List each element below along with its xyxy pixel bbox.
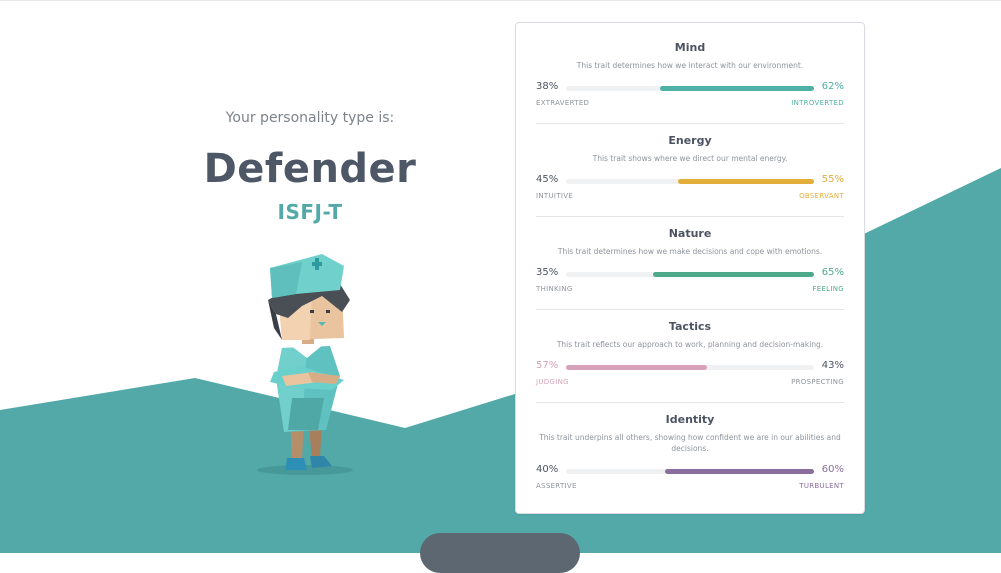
trait-energy: Energy This trait shows where we direct o…: [536, 134, 844, 202]
left-percentage: 38%: [536, 81, 559, 92]
trait-divider: [536, 309, 844, 310]
trait-name: Nature: [668, 227, 712, 240]
trait-divider: [536, 402, 844, 403]
trait-labels: JUDGING PROSPECTING: [536, 378, 844, 388]
right-trait-label: TURBULENT: [799, 482, 844, 490]
personality-title: Defender: [203, 146, 417, 192]
trait-labels: THINKING FEELING: [536, 285, 844, 295]
trait-bar-row: 57% 43%: [536, 360, 844, 374]
trait-description: This trait underpins all others, showing…: [539, 433, 841, 453]
trait-description: This trait shows where we direct our men…: [592, 154, 788, 163]
trait-labels: EXTRAVERTED INTROVERTED: [536, 99, 844, 109]
trait-description: This trait determines how we make decisi…: [557, 247, 823, 256]
trait-progress-fill: [652, 272, 814, 277]
trait-name: Tactics: [668, 320, 712, 333]
left-trait-label: ASSERTIVE: [536, 482, 577, 490]
trait-divider: [536, 216, 844, 217]
trait-bar-row: 35% 65%: [536, 267, 844, 281]
trait-progress-track: [566, 86, 814, 91]
right-trait-label: INTROVERTED: [791, 99, 844, 107]
trait-progress-fill: [566, 365, 708, 370]
trait-identity: Identity This trait underpins all others,…: [536, 413, 844, 492]
bottom-action-button[interactable]: [420, 533, 580, 573]
left-percentage: 45%: [536, 174, 559, 185]
right-trait-label: PROSPECTING: [791, 378, 844, 386]
trait-bar-row: 38% 62%: [536, 81, 844, 95]
trait-name: Energy: [668, 134, 712, 147]
trait-progress-track: [566, 179, 814, 184]
result-subtitle: Your personality type is:: [225, 110, 395, 126]
trait-name: Identity: [665, 413, 715, 426]
personality-code: ISFJ-T: [277, 200, 343, 224]
defender-character-illustration: [257, 254, 353, 475]
left-trait-label: INTUITIVE: [536, 192, 574, 200]
left-percentage: 35%: [536, 267, 559, 278]
left-trait-label: EXTRAVERTED: [536, 99, 590, 107]
personality-result: Your personality type is: Defender ISFJ-…: [160, 110, 460, 224]
trait-progress-fill: [665, 469, 814, 474]
right-percentage: 60%: [821, 464, 844, 475]
right-percentage: 65%: [821, 267, 844, 278]
left-trait-label: JUDGING: [536, 378, 569, 386]
trait-bar-row: 40% 60%: [536, 464, 844, 478]
trait-description: This trait determines how we interact wi…: [576, 61, 804, 70]
left-percentage: 57%: [536, 360, 559, 371]
trait-divider: [536, 123, 844, 124]
trait-mind: Mind This trait determines how we interac…: [536, 41, 844, 109]
trait-scores-card: Mind This trait determines how we interac…: [515, 22, 865, 514]
trait-tactics: Tactics This trait reflects our approach …: [536, 320, 844, 388]
trait-progress-fill: [677, 179, 814, 184]
right-trait-label: OBSERVANT: [799, 192, 844, 200]
left-percentage: 40%: [536, 464, 559, 475]
trait-progress-track: [566, 365, 814, 370]
right-percentage: 62%: [821, 81, 844, 92]
trait-progress-track: [566, 272, 814, 277]
trait-description: This trait reflects our approach to work…: [556, 340, 824, 349]
trait-bar-row: 45% 55%: [536, 174, 844, 188]
trait-name: Mind: [674, 41, 706, 54]
trait-progress-track: [566, 469, 814, 474]
trait-labels: ASSERTIVE TURBULENT: [536, 482, 844, 492]
trait-progress-fill: [660, 86, 814, 91]
right-percentage: 43%: [821, 360, 844, 371]
trait-labels: INTUITIVE OBSERVANT: [536, 192, 844, 202]
right-percentage: 55%: [821, 174, 844, 185]
left-trait-label: THINKING: [536, 285, 573, 293]
right-trait-label: FEELING: [812, 285, 844, 293]
trait-nature: Nature This trait determines how we make …: [536, 227, 844, 295]
